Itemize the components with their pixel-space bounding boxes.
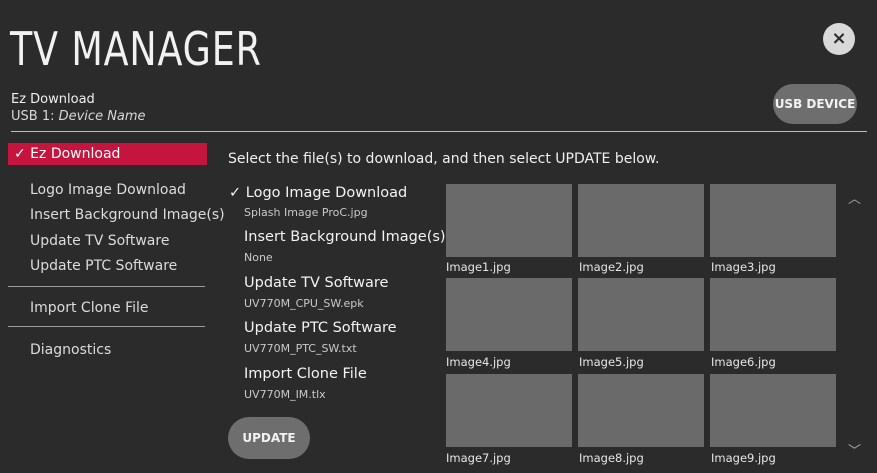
update-button[interactable]: UPDATE xyxy=(228,417,310,459)
sidebar-item-update-tv-software[interactable]: Update TV Software xyxy=(30,233,169,249)
thumbnail-label: Image5.jpg xyxy=(579,355,644,369)
option-file-name: None xyxy=(244,251,273,264)
sidebar-item-import-clone-file[interactable]: Import Clone File xyxy=(30,300,149,316)
thumbnail-image[interactable] xyxy=(578,278,704,351)
usb-prefix: USB 1: xyxy=(11,109,59,124)
option-logo-image-download[interactable]: ✓ Logo Image Download xyxy=(229,185,407,201)
scroll-up-icon[interactable]: ︿ xyxy=(848,188,861,207)
thumbnail-label: Image7.jpg xyxy=(446,451,511,465)
option-insert-background-images[interactable]: Insert Background Image(s) xyxy=(244,229,446,245)
thumbnail-label: Image2.jpg xyxy=(579,260,644,274)
thumbnail-label: Image4.jpg xyxy=(446,355,511,369)
option-file-name: UV770M_CPU_SW.epk xyxy=(244,297,364,310)
thumbnail-label: Image1.jpg xyxy=(446,260,511,274)
option-file-name: UV770M_IM.tlx xyxy=(244,388,326,401)
instruction-text: Select the file(s) to download, and then… xyxy=(228,151,660,167)
thumbnail-image[interactable] xyxy=(446,184,572,257)
thumbnail-image[interactable] xyxy=(446,278,572,351)
thumbnail-label: Image6.jpg xyxy=(711,355,776,369)
thumbnail-image[interactable] xyxy=(578,374,704,447)
sidebar-item-update-ptc-software[interactable]: Update PTC Software xyxy=(30,258,177,274)
header-divider xyxy=(11,131,867,132)
scroll-down-icon[interactable]: ﹀ xyxy=(848,440,861,459)
page-title: TV MANAGER xyxy=(10,22,262,76)
option-file-name: Splash Image ProC.jpg xyxy=(244,206,368,219)
option-import-clone-file[interactable]: Import Clone File xyxy=(244,366,367,382)
thumbnail-image[interactable] xyxy=(710,184,836,257)
usb-device-button[interactable]: USB DEVICE xyxy=(773,84,857,124)
thumbnail-label: Image8.jpg xyxy=(579,451,644,465)
sidebar-item-ez-download[interactable]: ✓ Ez Download xyxy=(8,143,207,165)
thumbnail-image[interactable] xyxy=(710,278,836,351)
option-file-name: UV770M_PTC_SW.txt xyxy=(244,342,357,355)
thumbnail-image[interactable] xyxy=(710,374,836,447)
sidebar-item-logo-image-download[interactable]: Logo Image Download xyxy=(30,182,186,198)
usb-device-name: Device Name xyxy=(58,109,146,124)
option-update-tv-software[interactable]: Update TV Software xyxy=(244,275,388,291)
thumbnail-label: Image3.jpg xyxy=(711,260,776,274)
thumbnail-image[interactable] xyxy=(578,184,704,257)
sidebar-item-diagnostics[interactable]: Diagnostics xyxy=(30,342,111,358)
option-update-ptc-software[interactable]: Update PTC Software xyxy=(244,320,397,336)
thumbnail-label: Image9.jpg xyxy=(711,451,776,465)
close-icon[interactable]: × xyxy=(823,23,855,55)
usb-device-info: USB 1: Device Name xyxy=(11,109,146,124)
sidebar-item-insert-background-images[interactable]: Insert Background Image(s) xyxy=(30,207,225,223)
sidebar-divider xyxy=(8,326,205,327)
sidebar-divider xyxy=(8,286,205,287)
thumbnail-image[interactable] xyxy=(446,374,572,447)
mode-label: Ez Download xyxy=(11,92,95,107)
